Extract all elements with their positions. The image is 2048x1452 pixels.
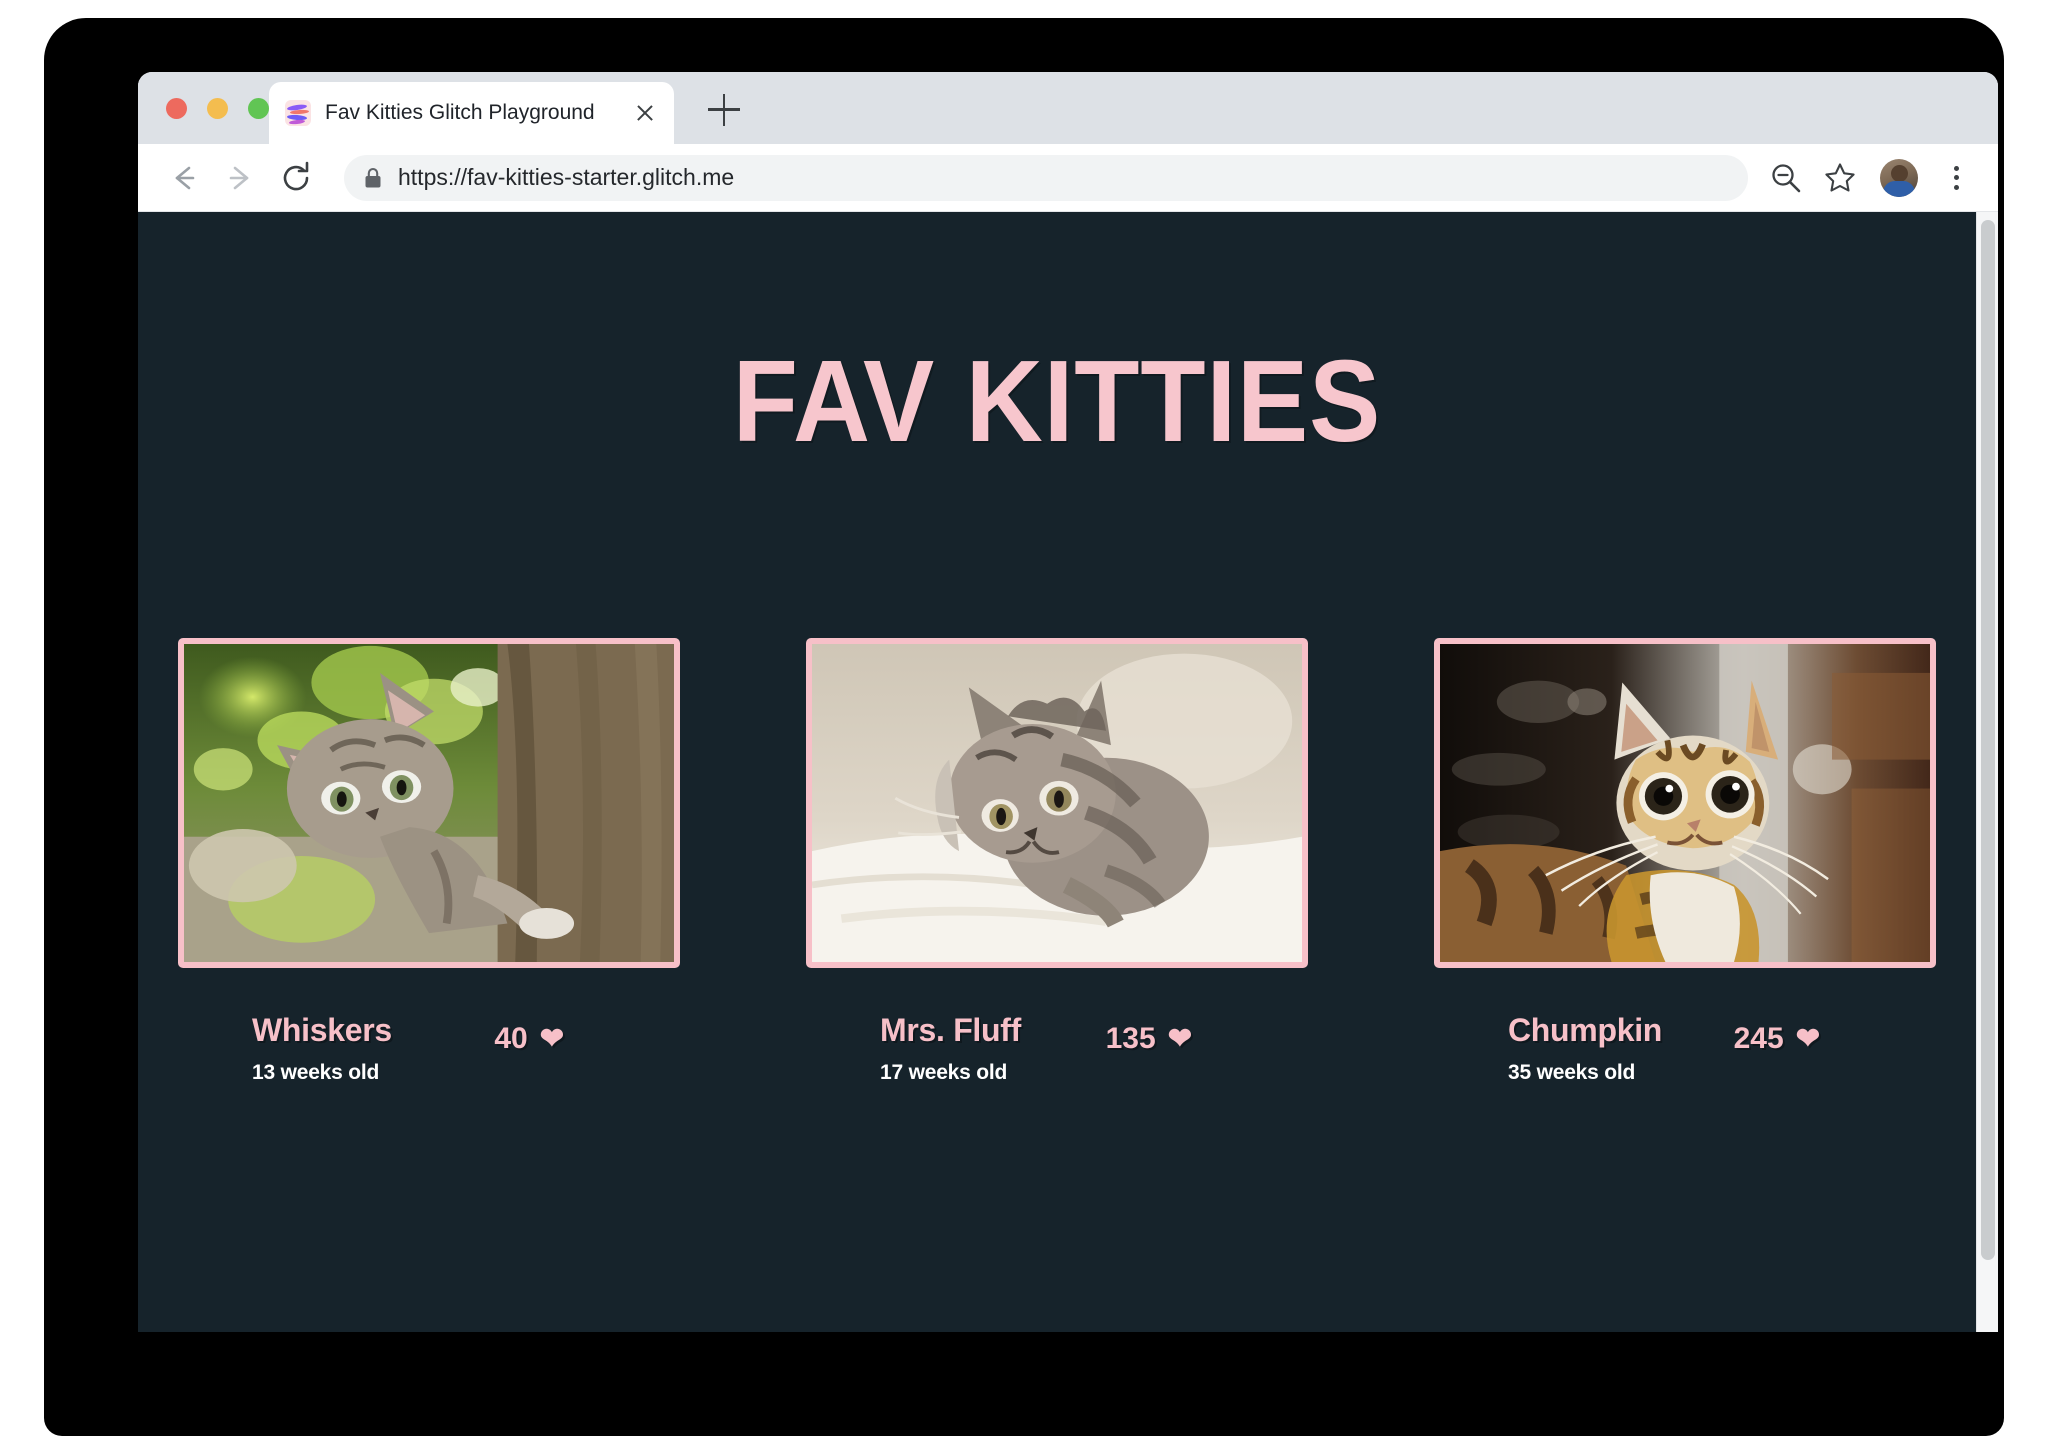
- kitty-meta: Chumpkin 35 weeks old 245 ❤: [1434, 1012, 1936, 1085]
- kitty-card[interactable]: Mrs. Fluff 17 weeks old 135 ❤: [806, 638, 1308, 1085]
- heart-icon[interactable]: ❤: [1168, 1024, 1192, 1054]
- tab-title: Fav Kitties Glitch Playground: [325, 101, 595, 124]
- page-content: FAV KITTIES Whiskers 13 weeks old 40 ❤ M…: [138, 212, 1976, 1332]
- scrollbar-thumb[interactable]: [1981, 220, 1995, 1260]
- kitty-meta: Whiskers 13 weeks old 40 ❤: [178, 1012, 680, 1085]
- browser-tab[interactable]: Fav Kitties Glitch Playground: [269, 82, 674, 144]
- close-icon[interactable]: [632, 100, 658, 126]
- close-window-button[interactable]: [166, 98, 187, 119]
- kitty-photo-mrs-fluff[interactable]: [806, 638, 1308, 968]
- kitty-photo-chumpkin[interactable]: [1434, 638, 1936, 968]
- kitty-age: 13 weeks old: [252, 1061, 380, 1084]
- heart-icon[interactable]: ❤: [540, 1024, 564, 1054]
- kitty-grid: Whiskers 13 weeks old 40 ❤ Mrs. Fluff 17…: [138, 638, 1976, 1085]
- kitty-likes[interactable]: 40 ❤: [494, 1012, 676, 1056]
- page-viewport: FAV KITTIES Whiskers 13 weeks old 40 ❤ M…: [138, 212, 1998, 1332]
- kitty-likes[interactable]: 135 ❤: [1106, 1012, 1304, 1056]
- page-scrollbar[interactable]: [1976, 212, 1998, 1332]
- address-bar[interactable]: https://fav-kitties-starter.glitch.me: [344, 154, 1748, 201]
- minimize-window-button[interactable]: [207, 98, 228, 119]
- kitty-photo-whiskers[interactable]: [178, 638, 680, 968]
- heart-icon[interactable]: ❤: [1796, 1024, 1820, 1054]
- avatar[interactable]: [1880, 158, 1918, 197]
- kitty-meta: Mrs. Fluff 17 weeks old 135 ❤: [806, 1012, 1308, 1085]
- toolbar-right-group: [1762, 154, 1980, 202]
- forward-arrow-icon[interactable]: [218, 156, 262, 200]
- lock-icon: [364, 167, 382, 189]
- kitty-name: Whiskers: [252, 1012, 392, 1048]
- kitty-like-count: 135: [1105, 1022, 1156, 1055]
- kitty-textblock: Whiskers 13 weeks old: [182, 1012, 392, 1085]
- kitty-name: Chumpkin: [1508, 1012, 1663, 1048]
- kitty-likes[interactable]: 245 ❤: [1734, 1012, 1932, 1056]
- window-traffic-lights: [166, 98, 269, 119]
- back-arrow-icon[interactable]: [162, 156, 206, 200]
- kitty-like-count: 245: [1733, 1022, 1784, 1055]
- glitch-fish-icon: [285, 100, 311, 126]
- new-tab-button[interactable]: [708, 94, 740, 126]
- kitty-like-count: 40: [494, 1022, 528, 1055]
- zoom-out-icon[interactable]: [1762, 154, 1810, 202]
- browser-toolbar: https://fav-kitties-starter.glitch.me: [138, 144, 1998, 212]
- url-text: https://fav-kitties-starter.glitch.me: [398, 164, 735, 190]
- kitty-textblock: Chumpkin 35 weeks old: [1438, 1012, 1662, 1085]
- page-title: FAV KITTIES: [732, 336, 1382, 466]
- kitty-card[interactable]: Whiskers 13 weeks old 40 ❤: [178, 638, 680, 1085]
- tab-strip: Fav Kitties Glitch Playground: [138, 72, 1998, 144]
- kitty-age: 17 weeks old: [880, 1061, 1008, 1084]
- browser-window: Fav Kitties Glitch Playground https://fa…: [138, 72, 1998, 1332]
- kitty-textblock: Mrs. Fluff 17 weeks old: [810, 1012, 1021, 1085]
- maximize-window-button[interactable]: [248, 98, 269, 119]
- kitty-card[interactable]: Chumpkin 35 weeks old 245 ❤: [1434, 638, 1936, 1085]
- reload-icon[interactable]: [274, 156, 318, 200]
- device-frame: Fav Kitties Glitch Playground https://fa…: [44, 18, 2004, 1436]
- star-icon[interactable]: [1816, 154, 1864, 202]
- kitty-age: 35 weeks old: [1508, 1061, 1636, 1084]
- three-dot-menu-icon[interactable]: [1932, 154, 1980, 202]
- kitty-name: Mrs. Fluff: [880, 1012, 1021, 1048]
